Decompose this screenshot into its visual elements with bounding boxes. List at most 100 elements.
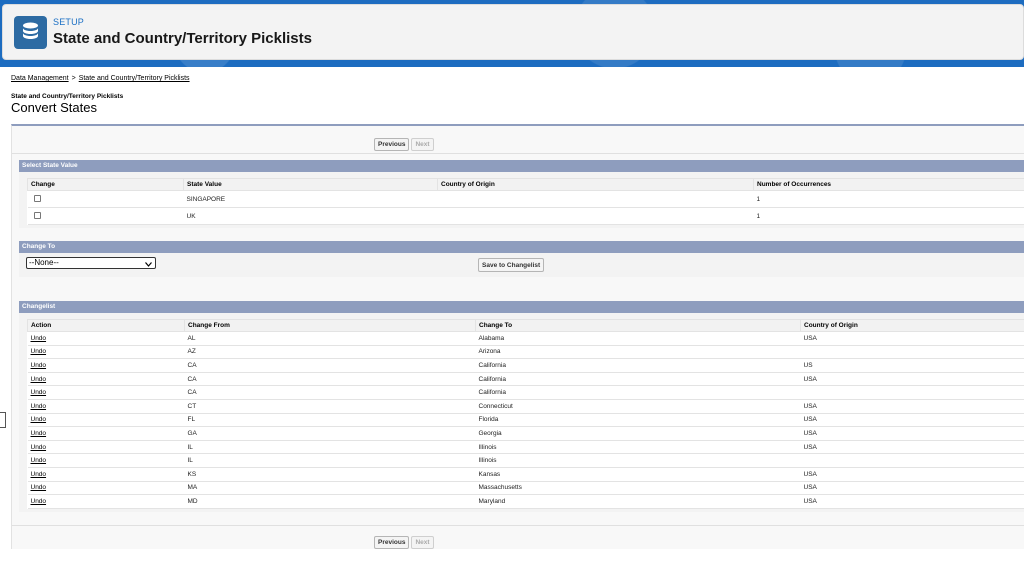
side-handle[interactable]: [0, 412, 6, 428]
table-header-row: Action Change From Change To Country of …: [27, 319, 1024, 332]
change-to-cell: Massachusetts: [475, 481, 801, 496]
action-cell: Undo: [27, 372, 185, 387]
setup-header: SETUP State and Country/Territory Pickli…: [2, 4, 1024, 60]
action-cell: Undo: [27, 426, 185, 441]
country-cell: USA: [800, 413, 1024, 428]
change-from-cell: CA: [184, 372, 476, 387]
country-cell: [437, 207, 754, 225]
undo-link[interactable]: Undo: [31, 389, 47, 396]
table-row: Undo MA Massachusetts USA: [27, 481, 1024, 496]
changelist-header: Changelist: [19, 301, 1024, 313]
next-button[interactable]: Next: [411, 138, 434, 151]
change-from-cell: FL: [184, 413, 476, 428]
change-from-cell: CA: [184, 358, 476, 373]
chevron-down-icon: [145, 260, 152, 270]
next-button[interactable]: Next: [411, 536, 434, 549]
content-area: Data Management > State and Country/Territ…: [0, 67, 1024, 567]
action-cell: Undo: [27, 494, 185, 509]
change-to-cell: Kansas: [475, 467, 801, 482]
breadcrumb: Data Management > State and Country/Territ…: [11, 75, 190, 82]
table-row: Undo FL Florida USA: [27, 413, 1024, 428]
change-checkbox[interactable]: [33, 195, 41, 203]
column-header-change-to: Change To: [475, 319, 801, 332]
change-to-cell: Alabama: [475, 331, 801, 346]
change-from-cell: IL: [184, 453, 476, 468]
change-to-selected: --None--: [29, 258, 59, 267]
change-from-cell: KS: [184, 467, 476, 482]
table-row: Undo AZ Arizona: [27, 345, 1024, 360]
undo-link[interactable]: Undo: [31, 471, 47, 478]
change-to-cell: Arizona: [475, 345, 801, 360]
table-row: Undo CA California US: [27, 358, 1024, 373]
change-to-cell: Georgia: [475, 426, 801, 441]
select-state-table: Change State Value Country of Origin Num…: [27, 178, 1024, 225]
change-from-cell: MA: [184, 481, 476, 496]
change-to-header: Change To: [19, 241, 1024, 253]
occurrences-cell: 1: [753, 207, 1024, 225]
column-header-country: Country of Origin: [800, 319, 1024, 332]
undo-link[interactable]: Undo: [31, 444, 47, 451]
undo-link[interactable]: Undo: [31, 484, 47, 491]
undo-link[interactable]: Undo: [31, 362, 47, 369]
convert-panel: Previous Next Select State Value Change S…: [11, 124, 1024, 549]
change-from-cell: AL: [184, 331, 476, 346]
change-from-cell: CA: [184, 385, 476, 400]
table-row: Undo GA Georgia USA: [27, 426, 1024, 441]
table-row: UK 1: [27, 207, 1024, 225]
action-cell: Undo: [27, 358, 185, 373]
change-to-cell: Illinois: [475, 440, 801, 455]
country-cell: US: [800, 358, 1024, 373]
country-cell: [800, 453, 1024, 468]
table-row: Undo AL Alabama USA: [27, 331, 1024, 346]
undo-link[interactable]: Undo: [31, 403, 47, 410]
country-cell: USA: [800, 467, 1024, 482]
country-cell: USA: [800, 399, 1024, 414]
pager-top: Previous Next: [374, 133, 436, 151]
undo-link[interactable]: Undo: [31, 457, 47, 464]
changelist-table: Action Change From Change To Country of …: [27, 319, 1024, 509]
table-row: Undo CA California: [27, 385, 1024, 400]
undo-link[interactable]: Undo: [31, 348, 47, 355]
previous-button[interactable]: Previous: [374, 138, 410, 151]
action-cell: Undo: [27, 413, 185, 428]
breadcrumb-separator: >: [71, 75, 76, 82]
column-header-country: Country of Origin: [437, 178, 754, 191]
state-value-cell: SINGAPORE: [183, 190, 438, 208]
page-subtitle: State and Country/Territory Picklists: [11, 93, 124, 100]
change-to-cell: California: [475, 372, 801, 387]
undo-link[interactable]: Undo: [31, 416, 47, 423]
change-from-cell: CT: [184, 399, 476, 414]
country-cell: USA: [800, 494, 1024, 509]
breadcrumb-link-picklists[interactable]: State and Country/Territory Picklists: [79, 75, 190, 82]
undo-link[interactable]: Undo: [31, 376, 47, 383]
change-to-cell: California: [475, 358, 801, 373]
change-from-cell: MD: [184, 494, 476, 509]
undo-link[interactable]: Undo: [31, 498, 47, 505]
undo-link[interactable]: Undo: [31, 335, 47, 342]
table-row: Undo MD Maryland USA: [27, 494, 1024, 509]
action-cell: Undo: [27, 467, 185, 482]
previous-button[interactable]: Previous: [374, 536, 410, 549]
change-to-select[interactable]: --None--: [26, 257, 156, 269]
change-from-cell: IL: [184, 440, 476, 455]
change-checkbox[interactable]: [33, 212, 41, 220]
save-to-changelist-button[interactable]: Save to Changelist: [478, 258, 545, 272]
column-header-state-value: State Value: [183, 178, 438, 191]
column-header-occurrences: Number of Occurrences: [753, 178, 1024, 191]
action-cell: Undo: [27, 331, 185, 346]
change-from-cell: GA: [184, 426, 476, 441]
table-row: Undo IL Illinois: [27, 453, 1024, 468]
divider: [12, 153, 1024, 154]
divider: [12, 525, 1024, 526]
country-cell: USA: [800, 331, 1024, 346]
change-to-cell: Illinois: [475, 453, 801, 468]
country-cell: USA: [800, 481, 1024, 496]
breadcrumb-link-data-management[interactable]: Data Management: [11, 75, 69, 82]
undo-link[interactable]: Undo: [31, 430, 47, 437]
column-header-change: Change: [27, 178, 184, 191]
change-cell: [27, 207, 184, 225]
column-header-action: Action: [27, 319, 185, 332]
occurrences-cell: 1: [753, 190, 1024, 208]
table-row: Undo KS Kansas USA: [27, 467, 1024, 482]
state-value-cell: UK: [183, 207, 438, 225]
